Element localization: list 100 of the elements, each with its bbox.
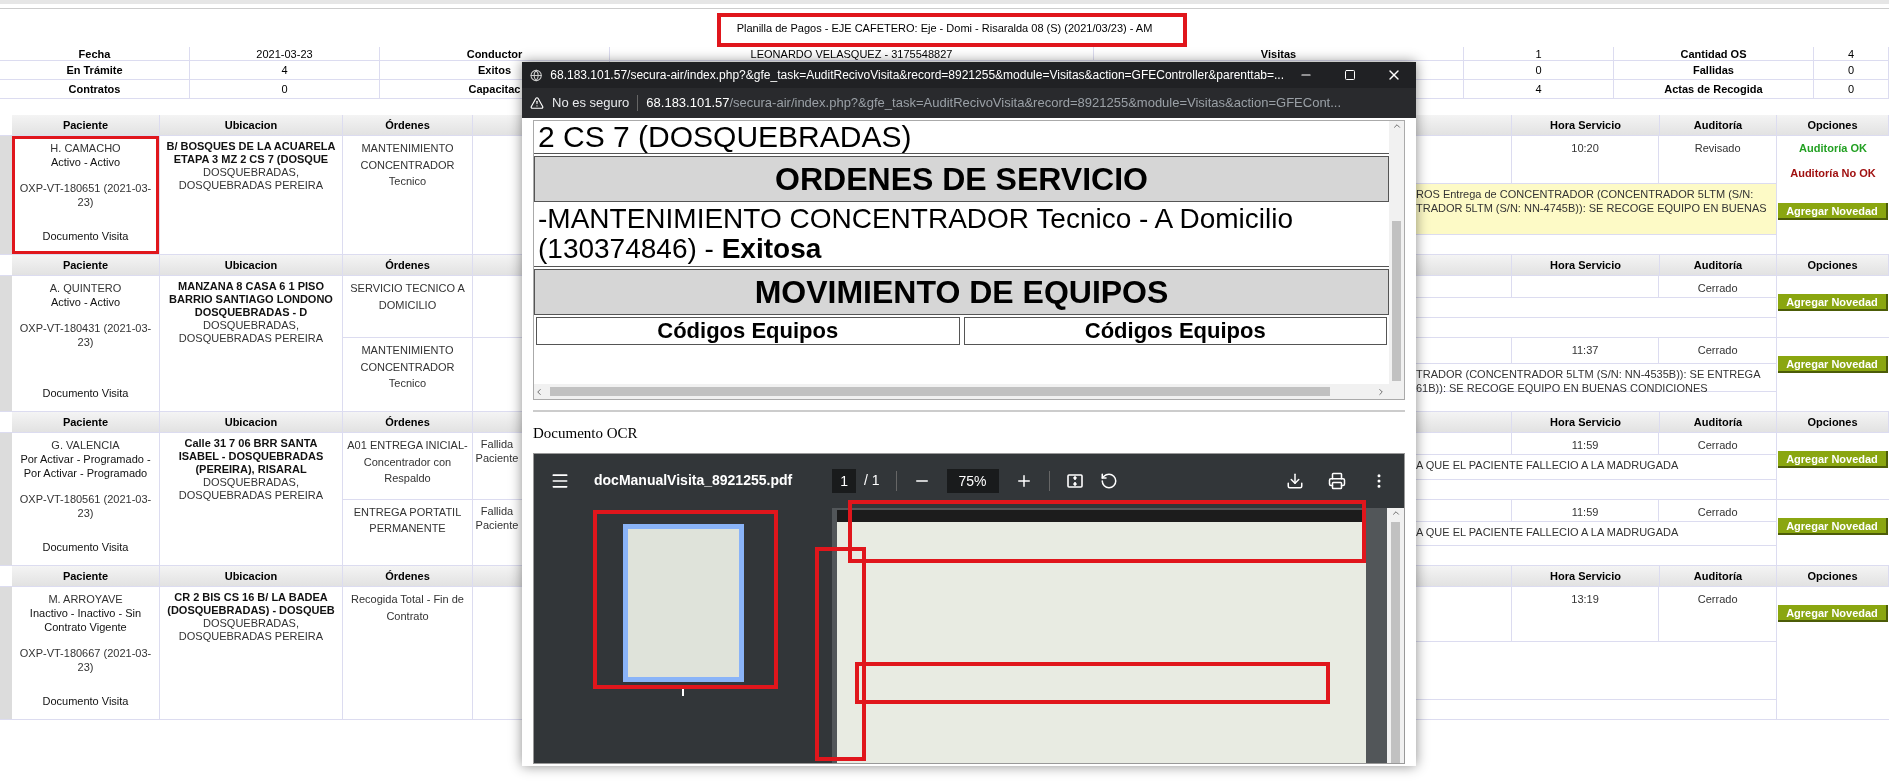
column-header: Opciones [1777, 412, 1889, 432]
summary-value: 0 [1535, 64, 1542, 76]
address-line: 2 CS 7 (DOSQUEBRADAS) [534, 121, 1389, 154]
city-text: DOSQUEBRADAS, DOSQUEBRADAS PEREIRA [177, 617, 325, 643]
audit-status: Cerrado [1697, 439, 1738, 451]
column-header: Ubicacion [160, 566, 343, 586]
vertical-scrollbar[interactable] [1387, 507, 1404, 763]
page-title: Planilla de Pagos - EJE CAFETERO: Eje - Domi - Risaralda 08 (S) (2021/03/23) - AM [736, 20, 1153, 36]
summary-label: Capacitac [468, 83, 521, 95]
column-header: Auditoría [1660, 566, 1777, 586]
column-header: Paciente [12, 115, 160, 135]
patient-status: Activo - Activo [50, 155, 121, 169]
audit-status: Cerrado [1697, 505, 1738, 518]
column-header: Opciones [1777, 115, 1889, 135]
column-header: Paciente [12, 566, 160, 586]
summary-value: 0 [281, 83, 288, 95]
note-text: TRADOR 5LTM (S/N: NN-4745B)): SE RECOGE EQUIPO EN BUENAS [1416, 201, 1767, 215]
column-header: Hora Servicio [1512, 255, 1660, 275]
result-text: Fallida Paciente [474, 503, 520, 532]
table-header-cell: Códigos Equipos [536, 317, 960, 345]
summary-label: Fecha [78, 48, 111, 60]
globe-icon [530, 68, 543, 82]
service-time: 11:37 [1571, 344, 1599, 356]
column-header: Órdenes [343, 255, 473, 275]
column-header: Órdenes [343, 412, 473, 432]
column-header: Opciones [1777, 566, 1889, 586]
zoom-field[interactable]: 75% [946, 468, 999, 493]
summary-value: 4 [1535, 83, 1542, 95]
result-text: Fallida Paciente [474, 437, 520, 465]
document-link[interactable]: Documento Visita [42, 366, 129, 400]
security-label: No es seguro [552, 94, 630, 113]
audit-link[interactable]: Auditoría OK [1799, 140, 1867, 157]
service-time: 13:19 [1571, 593, 1599, 605]
summary-value: 4 [1847, 48, 1855, 60]
visit-code: OXP-VT-180431 (2021-03-23) [19, 321, 152, 349]
service-time: 11:59 [1571, 439, 1599, 451]
audit-status: Revisado [1694, 142, 1741, 154]
address-text: B/ BOSQUES DE LA ACUARELA ETAPA 3 MZ 2 CS 7 (DOSQUE [165, 140, 337, 166]
summary-value: 0 [1847, 83, 1855, 95]
document-link[interactable]: Documento Visita [42, 209, 129, 243]
summary-value: 4 [281, 64, 288, 76]
order-line: -MANTENIMIENTO CONCENTRADOR Tecnico - A Domicilio (130374846) - Exitosa [534, 202, 1389, 267]
service-time: 11:59 [1571, 505, 1599, 518]
url-path: /secura-air/index.php?&gfe_task=AuditRecivoVisita&record=8921255&module=Visitas&action=GFECont... [729, 94, 1342, 113]
summary-label: Cantidad OS [1680, 48, 1747, 60]
download-icon[interactable] [1286, 471, 1304, 490]
note-text: ROS Entrega de CONCENTRADOR (CONCENTRADOR 5LTM (S/N: [1416, 187, 1754, 201]
document-link[interactable]: Documento Visita [42, 520, 129, 554]
note-text: 61B)): SE RECOGE EQUIPO EN BUENAS CONDICIONES [1416, 380, 1708, 395]
patient-status: Inactivo - Inactivo - Sin Contrato Vigente [28, 606, 143, 634]
summary-label: Conductor [466, 48, 523, 60]
page-indicator [682, 688, 684, 696]
summary-label: En Trámite [66, 64, 123, 76]
page-thumbnail[interactable] [623, 523, 744, 682]
patient-status: Por Activar - Programado - Por Activar - Programado [19, 452, 152, 480]
summary-label: Visitas [1260, 48, 1297, 60]
order-text: Recogida Total - Fin de Contrato [350, 592, 465, 624]
visit-code: OXP-VT-180667 (2021-03-23) [19, 646, 152, 674]
order-text: A01 ENTREGA INICIAL- Concentrador con Respaldo [347, 438, 468, 486]
vertical-scrollbar[interactable] [1389, 121, 1404, 384]
summary-label: Contratos [68, 83, 121, 95]
column-header: Órdenes [343, 115, 473, 135]
fit-page-icon[interactable] [1065, 471, 1084, 490]
city-text: DOSQUEBRADAS, DOSQUEBRADAS PEREIRA [177, 166, 325, 192]
column-header: Paciente [12, 412, 160, 432]
audit-status: Cerrado [1697, 344, 1738, 356]
service-time: 10:20 [1571, 142, 1599, 154]
window-title: 68.183.101.57/secura-air/index.php?&gfe_task=AuditRecivoVisita&record=8921255&module=Visitas&action=GFEController&parenttab=... [550, 67, 1284, 84]
print-icon[interactable] [1328, 471, 1346, 490]
scroll-right-icon[interactable] [1376, 386, 1386, 397]
scroll-left-icon[interactable] [534, 386, 544, 397]
order-text: SERVICIO TECNICO A DOMICILIO [349, 281, 466, 313]
document-link[interactable]: Documento Visita [42, 674, 129, 708]
patient-name: G. VALENCIA [51, 438, 120, 452]
summary-value: 2021-03-23 [256, 48, 313, 60]
column-header: Auditoría [1660, 255, 1777, 275]
order-text: MANTENIMIENTO CONCENTRADOR Tecnico [359, 141, 456, 189]
audit-link[interactable]: Auditoría No OK [1790, 164, 1876, 181]
url-host: 68.183.101.57 [646, 94, 730, 113]
horizontal-scrollbar[interactable] [534, 384, 1404, 399]
summary-value: 1 [1535, 48, 1542, 60]
address-bar[interactable]: No es seguro 68.183.101.57/secura-air/index.php?&gfe_task=AuditRecivoVisita&record=8921255&module=Visitas&action=GFECont... [522, 88, 1416, 118]
column-header: Paciente [12, 255, 160, 275]
section-heading: MOVIMIENTO DE EQUIPOS [534, 269, 1389, 315]
section-label: Documento OCR [532, 424, 639, 443]
column-header: Ubicacion [160, 412, 343, 432]
patient-name: M. ARROYAVE [48, 592, 123, 606]
rotate-icon[interactable] [1099, 471, 1118, 490]
audit-status: Cerrado [1697, 593, 1738, 605]
column-header: Ubicacion [160, 255, 343, 275]
page-number-field[interactable]: 1 [832, 468, 856, 493]
column-header: Auditoría [1660, 115, 1777, 135]
page-count: / 1 [863, 471, 880, 490]
column-header: Ubicacion [160, 115, 343, 135]
summary-value: 0 [1847, 64, 1855, 76]
address-text: CR 2 BIS CS 16 B/ LA BADEA (DOSQUEBRADAS) - DOSQUEB [166, 591, 336, 617]
city-text: DOSQUEBRADAS, DOSQUEBRADAS PEREIRA [177, 476, 325, 502]
address-text: Calle 31 7 06 BRR SANTA ISABEL - DOSQUEBRADAS (PEREIRA), RISARAL [177, 437, 325, 476]
order-text: ENTREGA PORTATIL PERMANENTE [352, 504, 463, 536]
city-text: DOSQUEBRADAS, DOSQUEBRADAS PEREIRA [177, 319, 325, 345]
